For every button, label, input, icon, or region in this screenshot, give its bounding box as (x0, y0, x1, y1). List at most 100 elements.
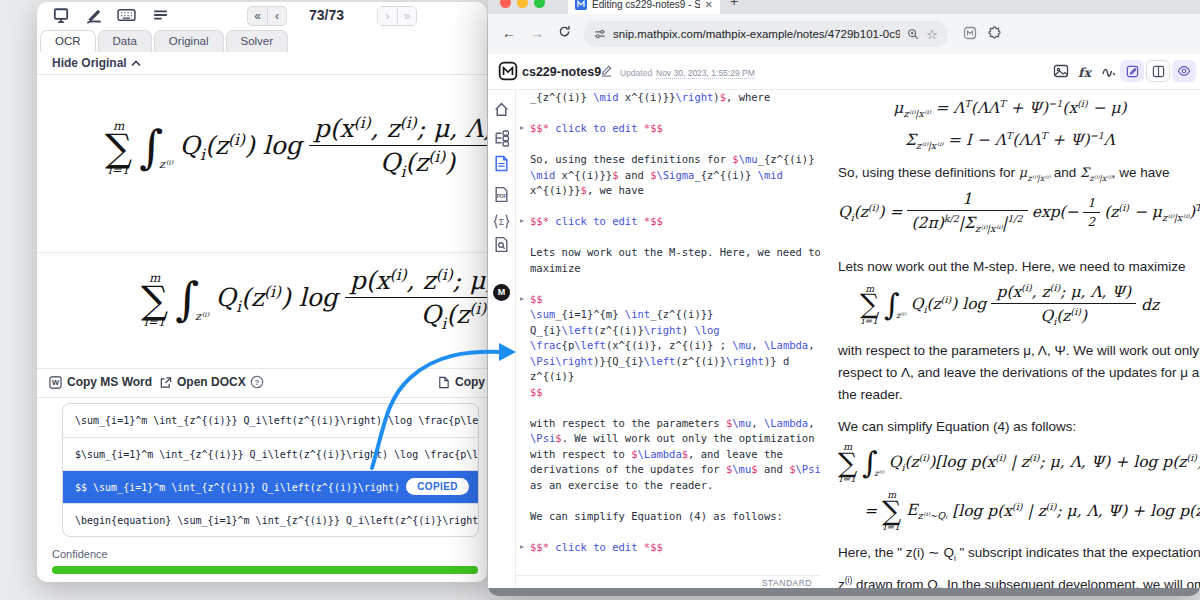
editor-line: derivations of the updates for $\mu$ and… (516, 462, 820, 478)
preview-mode-button[interactable] (1172, 60, 1196, 82)
preview-p5: Here, the " z(i) ∼ Qi " subscript indica… (838, 542, 1200, 588)
editor-line: x^{(i)}}$, we have (516, 183, 820, 199)
snip-tab-ocr[interactable]: OCR (40, 30, 96, 52)
fold-triangle-icon[interactable]: ▸ (520, 216, 524, 225)
editor-line: \Psi\right)}{Q_{i}\left(z^{(i)}\right)} … (516, 354, 820, 370)
external-link-icon (159, 376, 172, 389)
bookmark-star-icon[interactable]: ☆ (926, 27, 938, 42)
latex-format-list: \sum_{i=1}^m \int_{z^{(i)}} Q_i\left(z^{… (62, 403, 479, 537)
fold-triangle-icon[interactable]: ▸ (520, 542, 524, 551)
preview-text-line: with respect to the parameters μ, Λ, Ψ. … (838, 340, 1200, 362)
preview-p1: So, using these definitions for μz⁽ⁱ⁾|x⁽… (838, 162, 1170, 190)
editor-line: as an exercise to the reader. (516, 478, 820, 494)
page-counter: 73/73 (309, 7, 344, 23)
rendered-preview: μz⁽ⁱ⁾|x⁽ⁱ⁾ = ΛT(ΛΛT + Ψ)−1(x(i) − μ) Σz⁽… (820, 90, 1200, 588)
editor-line (516, 276, 820, 292)
note-title[interactable]: cs229-notes9 (522, 65, 601, 79)
user-avatar[interactable]: M (493, 284, 510, 301)
latex-format-row[interactable]: \begin{equation} \sum_{i=1}^m \int_{z^{(… (63, 503, 478, 536)
nav-prev-button[interactable]: ‹ (267, 7, 286, 25)
nav-prev-group[interactable]: « ‹ (247, 6, 287, 26)
handwriting-icon[interactable] (1101, 63, 1117, 79)
nav-next-group[interactable]: › » (377, 6, 417, 26)
editor-line: with respect to the parameters $\mu, \La… (516, 416, 820, 432)
snip-tab-data[interactable]: Data (98, 30, 152, 52)
preview-eq-q: Qi(z(i)) = 1(2π)k/2|Σz⁽ⁱ⁾|x⁽ⁱ⁾|1/2 exp(−… (838, 190, 1200, 234)
site-settings-icon[interactable] (594, 28, 606, 40)
editor-line (516, 493, 820, 509)
nav-last-button[interactable]: » (397, 7, 416, 25)
updated-date[interactable]: Nov 30, 2023, 1:55:29 PM (656, 68, 755, 79)
forward-button[interactable]: → (530, 25, 544, 41)
editor-line (516, 230, 820, 246)
insert-equation-icon[interactable]: fx (1078, 65, 1091, 80)
preview-text-line: respect to Λ, and leave the derivations … (838, 362, 1200, 384)
pdf-icon[interactable]: PDF (493, 186, 511, 204)
snip-keyboard-icon[interactable] (117, 7, 137, 25)
latex-format-row[interactable]: $$ \sum_{i=1}^m \int_{z^{(i)}} Q_i\left(… (63, 470, 478, 503)
svg-text:PDF: PDF (497, 194, 507, 199)
insert-image-icon[interactable] (1053, 63, 1069, 79)
fold-triangle-icon[interactable]: ▸ (520, 123, 524, 132)
split-view-button[interactable] (1146, 60, 1170, 82)
rename-icon[interactable] (600, 64, 613, 77)
edit-mode-button[interactable] (1120, 60, 1144, 82)
latex-format-row[interactable]: \sum_{i=1}^m \int_{z^{(i)}} Q_i\left(z^{… (63, 404, 478, 437)
mathpix-logo[interactable] (498, 61, 518, 81)
copy-png-button[interactable]: Copy PN (437, 375, 487, 389)
snip-lines-icon[interactable] (152, 7, 172, 25)
chevron-up-icon (131, 60, 141, 67)
svg-text:?: ? (255, 378, 260, 387)
preview-text-line: Here, the " z(i) ∼ Qi " subscript indica… (838, 542, 1200, 569)
updated-label: Updated (620, 68, 652, 78)
copy-ms-word-button[interactable]: W Copy MS Word (49, 375, 152, 389)
latex-format-row[interactable]: $\sum_{i=1}^m \int_{z^{(i)}} Q_i\left(z^… (63, 437, 478, 470)
close-window-button[interactable] (500, 0, 511, 8)
notes-icon[interactable] (493, 155, 511, 173)
snip-pen-icon[interactable] (85, 7, 105, 25)
nav-next-button[interactable]: › (378, 7, 397, 25)
editor-line: ▸$$* click to edit *$$ (516, 540, 820, 556)
back-button[interactable]: ← (502, 25, 516, 41)
markdown-editor[interactable]: _{z^{(i)} \mid x^{(i)}}\right)$, where▸$… (516, 90, 820, 575)
hide-original-toggle[interactable]: Hide Original (52, 56, 141, 70)
browser-tab[interactable]: Editing cs229-notes9 - Snip ✕ (568, 0, 720, 14)
browser-tabstrip: Editing cs229-notes9 - Snip ✕ + (488, 0, 1200, 14)
search-doc-icon[interactable] (493, 236, 511, 254)
editor-line: \mid x^{(i)}}$ and $\Sigma_{z^{(i)} \mid (516, 168, 820, 184)
help-icon[interactable]: ? (250, 375, 264, 389)
home-icon[interactable] (493, 101, 511, 119)
preview-eq-sigma: Σz⁽ⁱ⁾|x⁽ⁱ⁾ = I − ΛT(ΛΛT + Ψ)−1Λ (820, 130, 1200, 151)
url-text[interactable]: snip.mathpix.com/mathpix-example/notes/4… (613, 28, 900, 40)
confidence-bar (52, 566, 478, 574)
zoom-icon[interactable] (907, 28, 919, 40)
editor-line: $$ (516, 385, 820, 401)
snip-tab-solver[interactable]: Solver (226, 30, 289, 52)
tab-close-icon[interactable]: ✕ (705, 0, 713, 10)
mathpix-favicon (575, 0, 587, 10)
minimize-window-button[interactable] (517, 0, 528, 8)
reload-button[interactable] (558, 25, 571, 38)
snip-tab-original[interactable]: Original (154, 30, 224, 52)
new-tab-button[interactable]: + (730, 0, 738, 9)
url-bar[interactable]: snip.mathpix.com/mathpix-example/notes/4… (584, 21, 948, 47)
nav-first-button[interactable]: « (248, 7, 267, 25)
equation-sigma-icon[interactable]: Σ (493, 213, 511, 231)
fold-triangle-icon[interactable]: ▸ (520, 294, 524, 303)
extension-app-icon[interactable] (963, 26, 977, 40)
tree-view-icon[interactable] (493, 130, 511, 148)
preview-eq-simplify-1: m∑i=1 ∫z⁽ⁱ⁾ Qi(z(i))[log p(x(i) | z(i); … (838, 442, 1200, 484)
preview-p2: Lets now work out the M-step. Here, we n… (838, 256, 1185, 278)
document-icon (437, 376, 450, 389)
editor-line: \Psi$. We will work out only the optimiz… (516, 431, 820, 447)
editor-line: z^{(i)} (516, 369, 820, 385)
preview-p3: with respect to the parameters μ, Λ, Ψ. … (838, 340, 1200, 406)
editor-line: ▸$$ (516, 292, 820, 308)
extensions-puzzle-icon[interactable] (988, 26, 1002, 40)
open-docx-button[interactable]: Open DOCX (159, 375, 246, 389)
editor-line (516, 137, 820, 153)
snip-crop-icon[interactable] (52, 7, 72, 25)
preview-text-line: the reader. (838, 384, 1200, 406)
editor-line: ▸$$* click to edit *$$ (516, 214, 820, 230)
maximize-window-button[interactable] (534, 0, 545, 8)
